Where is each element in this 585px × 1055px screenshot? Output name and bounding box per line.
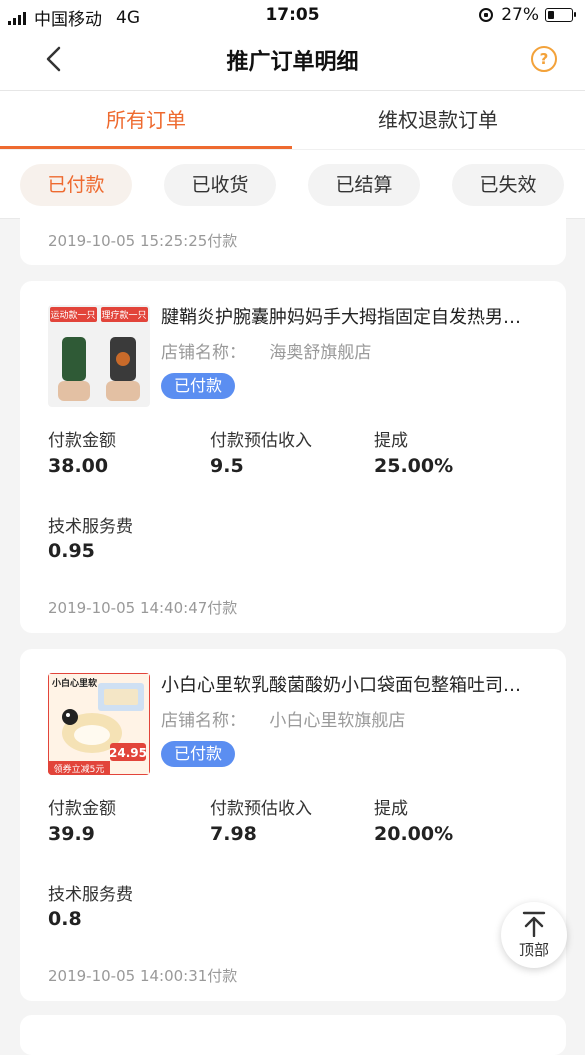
filter-paid[interactable]: 已付款 (20, 164, 132, 206)
product-title: 小白心里软乳酸菌酸奶小口袋面包整箱吐司… (161, 675, 521, 696)
page-title: 推广订单明细 (226, 50, 359, 75)
shop-name-row: 店铺名称： 小白心里软旗舰店 (161, 706, 405, 731)
battery-icon (545, 8, 576, 22)
metric-label: 技术服务费 (48, 885, 133, 905)
filter-settled[interactable]: 已结算 (308, 164, 420, 206)
back-to-top-label: 顶部 (518, 941, 549, 959)
status-badge: 已付款 (161, 741, 236, 767)
metric-value: 9.5 (210, 455, 244, 477)
metric-value: 38.00 (48, 455, 109, 477)
product-thumbnail: 小白心里软 24.95 领券立减5元 (48, 673, 150, 775)
order-date: 2019-10-05 14:00:31付款 (48, 967, 238, 985)
status-badge: 已付款 (161, 373, 236, 399)
metric-label: 付款金额 (48, 431, 116, 451)
order-date: 2019-10-05 14:40:47付款 (48, 599, 238, 617)
battery-percent: 27% (501, 5, 539, 25)
filter-received[interactable]: 已收货 (164, 164, 276, 206)
product-thumbnail: 运动款一只 理疗款一只 (48, 305, 150, 407)
metric-label: 付款预估收入 (210, 431, 312, 451)
status-bar: 中国移动 4G 17:05 27% (0, 0, 585, 30)
metric-value: 0.95 (48, 540, 95, 562)
metric-label: 付款金额 (48, 799, 116, 819)
order-card[interactable]: 运动款一只 理疗款一只 腱鞘炎护腕囊肿妈妈手大拇指固定自发热男… 店铺名称： 海… (20, 281, 566, 633)
back-to-top-button[interactable]: 顶部 (501, 902, 567, 968)
thumb-tag: 领券立减5元 (54, 763, 105, 775)
order-date: 2019-10-05 15:25:25付款 (48, 232, 238, 250)
nav-bar: 推广订单明细 ? (0, 30, 585, 91)
thumb-tag: 运动款一只 (50, 309, 95, 321)
metric-value: 20.00% (374, 823, 454, 845)
help-icon[interactable]: ? (531, 46, 557, 72)
status-right: 27% (479, 5, 576, 25)
order-card-partial[interactable]: 2019-10-05 15:25:25付款 (20, 210, 566, 265)
status-filters: 已付款 已收货 已结算 已失效 (0, 149, 585, 219)
tab-all-orders[interactable]: 所有订单 (0, 91, 292, 149)
product-title: 腱鞘炎护腕囊肿妈妈手大拇指固定自发热男… (161, 307, 521, 328)
shop-label: 店铺名称： (161, 343, 246, 363)
metric-value: 0.8 (48, 908, 82, 930)
metric-value: 39.9 (48, 823, 95, 845)
tab-refund-orders[interactable]: 维权退款订单 (292, 91, 584, 149)
metric-value: 25.00% (374, 455, 454, 477)
metric-value: 7.98 (210, 823, 257, 845)
metric-label: 技术服务费 (48, 517, 133, 537)
metric-label: 付款预估收入 (210, 799, 312, 819)
filter-invalid[interactable]: 已失效 (452, 164, 564, 206)
metric-label: 提成 (374, 431, 408, 451)
thumb-tag: 理疗款一只 (101, 309, 146, 321)
order-card[interactable]: 小白心里软 24.95 领券立减5元 小白心里软乳酸菌酸奶小口袋面包整箱吐司… … (20, 649, 566, 1001)
shop-name: 海奥舒旗舰店 (269, 343, 372, 363)
thumb-price: 24.95 (109, 746, 147, 760)
thumb-tag: 小白心里软 (51, 677, 98, 689)
arrow-up-icon (522, 911, 546, 937)
shop-label: 店铺名称： (161, 711, 246, 731)
order-card-partial[interactable] (20, 1015, 566, 1055)
order-tabs: 所有订单 维权退款订单 (0, 91, 585, 149)
metric-label: 提成 (374, 799, 408, 819)
shop-name-row: 店铺名称： 海奥舒旗舰店 (161, 338, 371, 363)
rotation-lock-icon (479, 8, 494, 22)
shop-name: 小白心里软旗舰店 (269, 711, 406, 731)
